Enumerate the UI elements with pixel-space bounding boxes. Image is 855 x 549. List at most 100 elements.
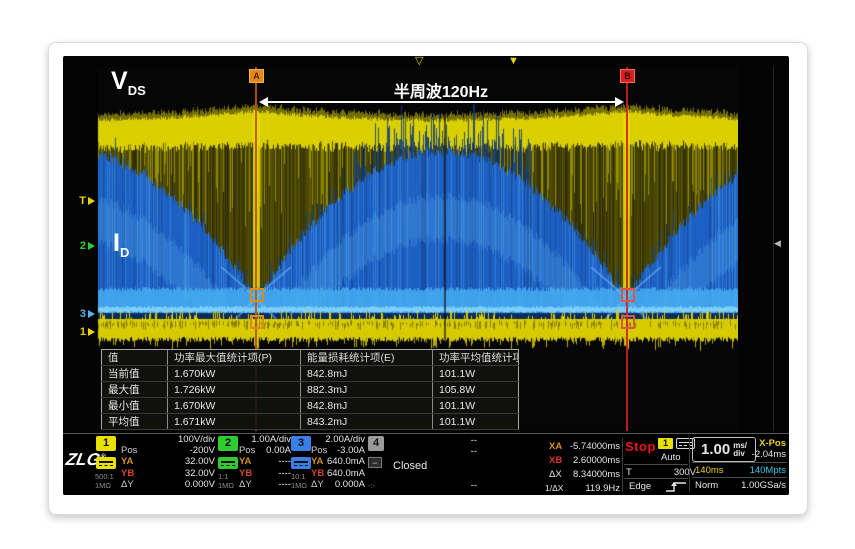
cursor-a-label[interactable]: A: [249, 69, 264, 83]
stats-cell: 101.1W: [433, 414, 519, 430]
cursor-b-handle-upper[interactable]: [621, 288, 635, 302]
ch1-pos-value: -200V: [190, 445, 215, 456]
oscilloscope-screen: ▽ ▼ A B 半周波120Hz VDS ID T 2: [63, 56, 789, 495]
stats-cell: 1.670kW: [168, 366, 301, 382]
channel1-position-marker[interactable]: 1: [67, 326, 95, 338]
ch1-ya-label: YA: [121, 456, 133, 467]
trigger-level-label: T: [626, 467, 632, 478]
ch4-minus-icon: −: [368, 457, 382, 468]
vds-subscript: DS: [128, 83, 146, 98]
ch1-dc-coupling-icon: [96, 457, 116, 469]
ch3-dy-value: 0.000A: [335, 479, 365, 490]
trigger-mode[interactable]: Auto: [661, 452, 681, 463]
ch2-pos-label: Pos: [239, 445, 255, 456]
ch1-pos-label: Pos: [121, 445, 137, 456]
trigger-source-badge[interactable]: 1: [658, 438, 673, 449]
acquisition-mode: Norm: [695, 480, 718, 491]
cursor-b-handle-lower[interactable]: [621, 315, 635, 329]
ch2-dy-label: ΔY: [239, 479, 252, 490]
cursor-b-line[interactable]: [626, 67, 628, 431]
trigger-marker-label: T: [79, 195, 86, 207]
dx-value-xb: 2.60000ms: [560, 455, 620, 466]
vds-trace-label: VDS: [111, 69, 146, 103]
screenshot-card: ▽ ▼ A B 半周波120Hz VDS ID T 2: [48, 42, 808, 515]
xpos-value: -2.04ms: [723, 449, 786, 460]
ch1-dy-value: 0.000V: [185, 479, 215, 490]
rising-edge-icon: [664, 480, 688, 493]
divider: [622, 438, 623, 492]
cursor-a-handle-upper[interactable]: [250, 288, 264, 302]
stats-header-row: 值 功率最大值统计项(P) 能量损耗统计项(E) 功率平均值统计项(P): [102, 350, 519, 366]
ch3-dc-coupling-icon: [291, 457, 311, 469]
measurement-stats-table: 值 功率最大值统计项(P) 能量损耗统计项(E) 功率平均值统计项(P) 当前值…: [101, 349, 519, 430]
divider: [624, 464, 688, 465]
sample-rate: 1.00GSa/s: [723, 480, 786, 491]
ch2-scale: 1.00A/div: [251, 434, 291, 445]
ch4-number-badge[interactable]: 4: [368, 436, 384, 451]
ch3-yb-value: 640.0mA: [327, 468, 365, 479]
annotation-arrow-left-icon: [259, 97, 268, 107]
ch2-readout: 1.00A/div Pos0.00A YA---- YB---- ΔY----: [239, 434, 291, 490]
stats-cell: 最小值: [102, 398, 168, 414]
ch2-ya-value: ----: [278, 456, 291, 467]
ch3-pos-label: Pos: [311, 445, 327, 456]
ch1-yb-label: YB: [121, 468, 134, 479]
annotation-arrow-right-icon: [615, 97, 624, 107]
table-row: 最小值 1.670kW 842.8mJ 101.1W: [102, 398, 519, 414]
side-panel-edge: [773, 67, 774, 431]
ch2-marker-arrow-icon: [88, 242, 95, 250]
ch2-yb-value: ----: [278, 468, 291, 479]
trigger-position-solid-triangle-icon: ▼: [508, 56, 519, 67]
ch1-readout: 100V/div Pos-200V YA32.00V YB32.00V ΔY0.…: [121, 434, 215, 490]
cursor-a-handle-lower[interactable]: [250, 315, 264, 329]
ch2-marker-label: 2: [80, 240, 86, 252]
ch1-marker-label: 1: [80, 326, 86, 338]
divider: [692, 477, 787, 478]
channel2-position-marker[interactable]: 2: [67, 240, 95, 252]
ch2-impedance: 1MΩ: [218, 481, 234, 490]
ch3-yb-label: YB: [311, 468, 324, 479]
table-row: 最大值 1.726kW 882.3mJ 105.8W: [102, 382, 519, 398]
ch3-dy-label: ΔY: [311, 479, 324, 490]
ch3-marker-arrow-icon: [88, 310, 95, 318]
stats-cell: 882.3mJ: [301, 382, 433, 398]
ch3-number-badge[interactable]: 3: [291, 436, 311, 451]
divider: [692, 462, 787, 463]
ch4-ratio-dash: -:-: [368, 481, 375, 490]
stats-cell: 842.8mJ: [301, 398, 433, 414]
id-subscript: D: [120, 245, 129, 260]
acquisition-stop-status[interactable]: Stop: [625, 439, 656, 454]
ch4-closed-status: Closed: [393, 460, 427, 472]
ch2-dc-coupling-icon: [218, 457, 238, 469]
trigger-level-marker[interactable]: T: [67, 195, 95, 207]
record-points: 140Mpts: [723, 465, 786, 476]
stats-cell: 101.1W: [433, 398, 519, 414]
annotation-arrow-line: [263, 101, 620, 103]
inverse-dx-value: 119.9Hz: [560, 483, 620, 494]
channel3-position-marker[interactable]: 3: [67, 308, 95, 320]
vds-symbol: V: [111, 67, 128, 95]
xpos-marker-hollow-triangle-icon: ▽: [415, 56, 423, 67]
xa-value: -5.74000ms: [560, 441, 620, 452]
stats-cell: 842.8mJ: [301, 366, 433, 382]
stats-cell: 101.1W: [433, 366, 519, 382]
ch4-value2: --: [453, 446, 477, 457]
ch3-probe-ratio: 10:1: [291, 472, 306, 481]
id-trace-label: ID: [113, 231, 129, 265]
trigger-marker-arrow-icon: [88, 197, 95, 205]
cursor-b-label[interactable]: B: [620, 69, 635, 83]
record-duration: 140ms: [695, 465, 724, 476]
ch1-yb-value: 32.00V: [185, 468, 215, 479]
trigger-type[interactable]: Edge: [629, 481, 651, 492]
ch2-number-badge[interactable]: 2: [218, 436, 238, 451]
dx-value: 8.34000ms: [560, 469, 620, 480]
ch1-number-badge[interactable]: 1: [96, 436, 116, 451]
stats-header-cell: 功率最大值统计项(P): [168, 350, 301, 366]
divider: [624, 478, 688, 479]
stats-cell: 843.2mJ: [301, 414, 433, 430]
ch1-dy-label: ΔY: [121, 479, 134, 490]
stats-cell: 105.8W: [433, 382, 519, 398]
stats-cell: 最大值: [102, 382, 168, 398]
side-panel-expand-arrow-icon[interactable]: ◀: [774, 238, 781, 249]
ch2-probe-ratio: 1:1: [218, 472, 228, 481]
